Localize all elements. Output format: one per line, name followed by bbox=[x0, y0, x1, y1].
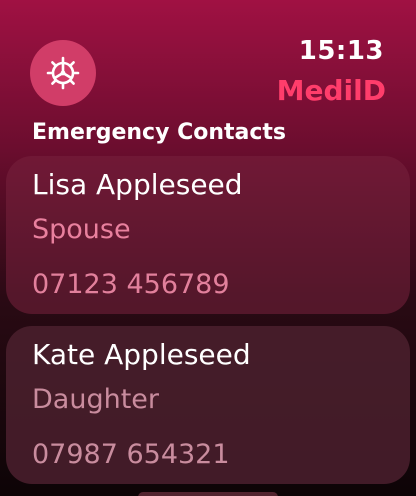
header: 15:13 MedilD Emergency Contacts bbox=[0, 0, 416, 150]
contact-name: Lisa Appleseed bbox=[32, 168, 243, 201]
settings-button[interactable] bbox=[30, 40, 96, 106]
section-title: Emergency Contacts bbox=[32, 120, 287, 145]
contact-card-kate[interactable]: Kate Appleseed Daughter 07987 654321 bbox=[6, 326, 410, 484]
gear-icon bbox=[46, 56, 80, 90]
clock-time: 15:13 bbox=[298, 36, 384, 66]
contact-phone[interactable]: 07123 456789 bbox=[32, 269, 230, 300]
contact-phone[interactable]: 07987 654321 bbox=[32, 439, 230, 470]
contact-name: Kate Appleseed bbox=[32, 338, 251, 371]
app-title: MedilD bbox=[276, 74, 386, 107]
contact-card-lisa[interactable]: Lisa Appleseed Spouse 07123 456789 bbox=[6, 156, 410, 314]
next-item-peek bbox=[138, 492, 278, 496]
contact-relation: Daughter bbox=[32, 384, 159, 415]
contact-relation: Spouse bbox=[32, 214, 131, 245]
